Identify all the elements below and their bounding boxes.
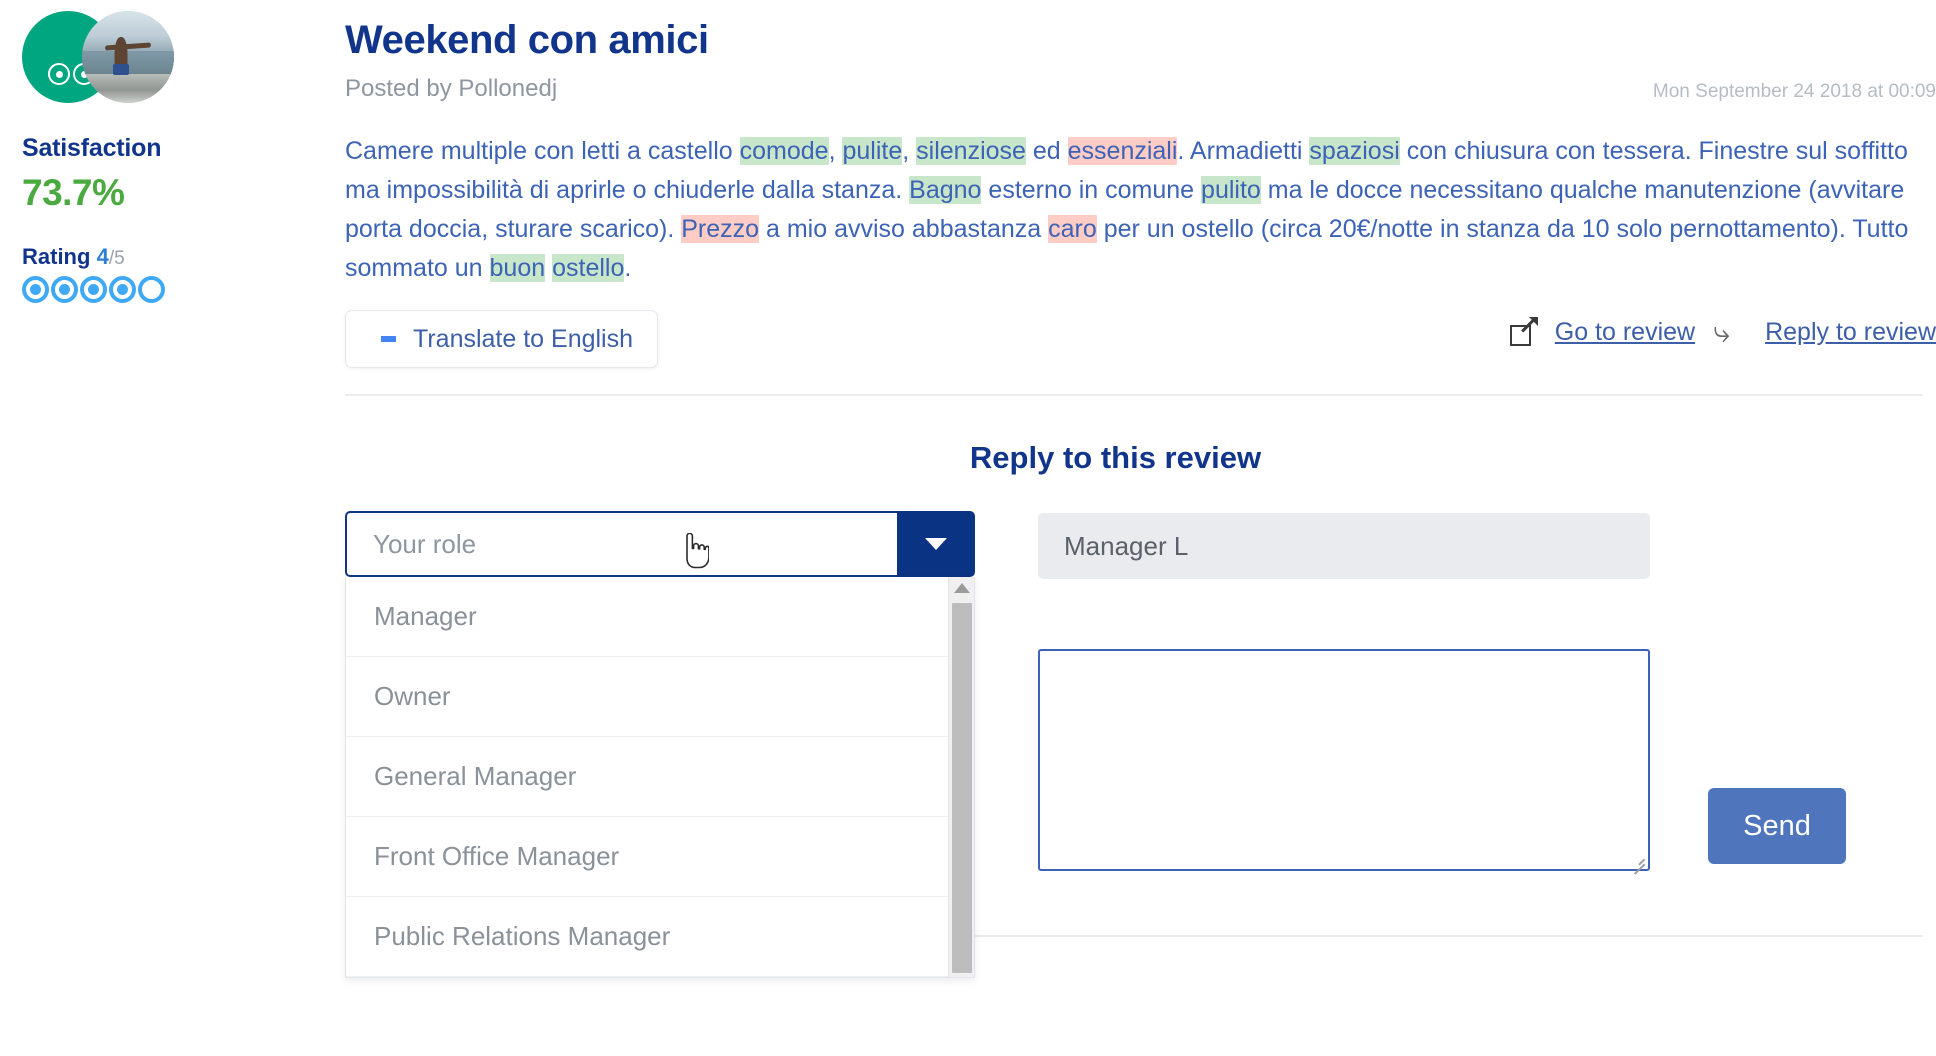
review-text-run: . Armadietti [1177, 137, 1310, 165]
reply-to-review-link[interactable]: Reply to review [1765, 318, 1936, 347]
byline-row: Posted by Pollonedj Mon September 24 201… [345, 75, 1936, 109]
rating-out-of: /5 [108, 248, 125, 269]
review-links: Go to review ⤷ Reply to review [1509, 315, 1936, 349]
dropdown-option[interactable]: Owner [346, 657, 974, 737]
review-text-run: Camere multiple con letti a castello [345, 137, 740, 165]
sentiment-highlight-positive: ostello [552, 254, 625, 282]
dropdown-option[interactable]: General Manager [346, 737, 974, 817]
satisfaction-value: 73.7% [22, 172, 125, 213]
review-main-column: Weekend con amici Posted by Pollonedj Mo… [345, 0, 1936, 978]
review-author: Posted by Pollonedj [345, 75, 558, 102]
translate-button-label: Translate to English [413, 324, 634, 353]
sentiment-highlight-negative: caro [1048, 215, 1097, 243]
external-link-icon[interactable] [1509, 317, 1538, 346]
rating-bubble [22, 276, 49, 303]
review-date: Mon September 24 2018 at 00:09 [1652, 81, 1936, 102]
review-text-run: a mio avviso abbastanza [759, 215, 1049, 243]
review-meta-sidebar: Satisfaction 73.7% Rating 4/5 [0, 0, 345, 303]
reply-form-row: Your role Manager L Manager Owner General … [345, 511, 1936, 978]
satisfaction-label: Satisfaction [22, 134, 162, 162]
rating-label: Rating [22, 244, 91, 269]
signature-field[interactable]: Manager L [1038, 513, 1650, 579]
dropdown-option[interactable]: Public Relations Manager [346, 897, 974, 977]
send-button[interactable]: Send [1708, 788, 1846, 864]
rating-bubble [138, 276, 165, 303]
google-g-icon [366, 324, 396, 354]
review-text-run: , [828, 137, 843, 165]
sentiment-highlight-positive: spaziosi [1309, 137, 1400, 165]
rating-bubble [80, 276, 107, 303]
sentiment-highlight-positive: silenziose [916, 137, 1026, 165]
dropdown-option[interactable]: Front Office Manager [346, 817, 974, 897]
role-select[interactable]: Your role [345, 511, 975, 577]
user-avatar-photo [82, 11, 174, 103]
sentiment-highlight-negative: Prezzo [681, 215, 760, 243]
review-actions-row: Translate to English Go to review ⤷ Repl… [345, 310, 1936, 372]
go-to-review-link[interactable]: Go to review [1555, 318, 1695, 347]
rating-row: Rating 4/5 [22, 244, 345, 270]
sentiment-highlight-positive: pulito [1201, 176, 1261, 204]
role-dropdown-list[interactable]: Manager Owner General Manager Front Office … [345, 577, 975, 978]
scrollbar-thumb[interactable] [952, 603, 972, 973]
role-dropdown-toggle[interactable] [897, 511, 975, 577]
page-title: Weekend con amici [345, 18, 709, 62]
rating-value: 4 [96, 244, 109, 269]
section-divider [345, 394, 1923, 396]
reply-arrow-icon: ⤷ [1713, 315, 1730, 349]
dropdown-scrollbar[interactable] [948, 577, 974, 977]
resize-handle-icon[interactable] [1631, 852, 1645, 866]
review-text-run: ed [1025, 137, 1068, 165]
sentiment-highlight-positive: Bagno [909, 176, 982, 204]
translate-button[interactable]: Translate to English [345, 310, 659, 368]
dropdown-option[interactable]: Manager [346, 577, 974, 657]
role-input[interactable]: Your role [345, 511, 897, 577]
sentiment-highlight-positive: buon [489, 254, 546, 282]
review-body-text: Camere multiple con letti a castello com… [345, 132, 1915, 288]
rating-bubbles [22, 276, 345, 303]
sentiment-highlight-positive: comode [739, 137, 829, 165]
rating-bubble [109, 276, 136, 303]
sentiment-highlight-positive: pulite [842, 137, 903, 165]
review-text-run: , [902, 137, 917, 165]
reply-form-heading: Reply to this review [969, 440, 1262, 475]
chevron-down-icon [925, 538, 947, 550]
review-text-run: esterno in comune [981, 176, 1202, 204]
sentiment-highlight-negative: essenziali [1067, 137, 1178, 165]
avatar [22, 8, 192, 108]
rating-bubble [51, 276, 78, 303]
review-reply-page: Satisfaction 73.7% Rating 4/5 Weekend co… [0, 0, 1936, 1056]
scroll-up-arrow-icon[interactable] [953, 583, 970, 593]
review-text-run: . [624, 254, 632, 282]
reply-message-textarea[interactable] [1038, 649, 1650, 871]
reply-form-section: Reply to this review Your role Manager L… [345, 440, 1936, 978]
